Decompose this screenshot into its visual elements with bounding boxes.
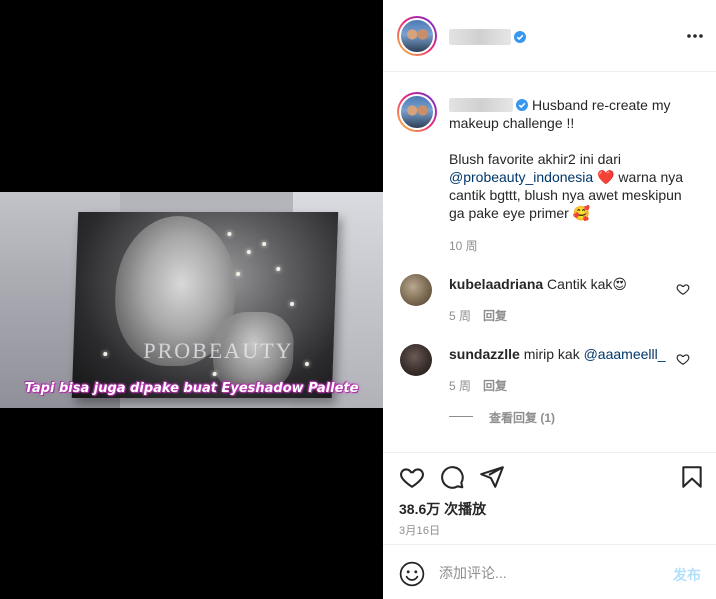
view-replies-divider <box>449 416 473 417</box>
caption-author-avatar[interactable] <box>397 92 437 132</box>
sparkle <box>236 272 241 276</box>
share-icon[interactable] <box>479 464 505 490</box>
reply-button[interactable]: 回复 <box>483 377 507 394</box>
comment-body: Cantik kak😍 <box>547 276 627 292</box>
action-bar: 38.6万 次播放 3月16日 <box>383 452 716 544</box>
like-comment-heart-icon[interactable] <box>676 352 690 366</box>
sparkle <box>246 250 251 254</box>
comment-username[interactable]: kubelaadriana <box>449 276 543 292</box>
view-count[interactable]: 38.6万 次播放 <box>399 499 486 519</box>
comment-text: kubelaadriana Cantik kak😍 <box>449 275 627 293</box>
comment-input[interactable] <box>439 559 659 587</box>
comment-username[interactable]: sundazzlle <box>449 346 520 362</box>
sparkle <box>289 302 295 306</box>
post-comment-button[interactable]: 发布 <box>673 565 701 585</box>
sparkle <box>304 362 310 366</box>
mention-link[interactable]: @probeauty_indonesia <box>449 169 593 185</box>
like-comment-heart-icon[interactable] <box>676 282 690 296</box>
video-frame[interactable]: PROBEAUTY Tapi bisa juga dipake buat Eye… <box>0 192 383 408</box>
view-replies-button[interactable]: 查看回复 (1) <box>489 409 555 426</box>
comment-icon[interactable] <box>439 464 465 490</box>
author-avatar-image <box>399 18 435 54</box>
comments-area[interactable]: Husband re-create my makeup challenge !!… <box>383 73 716 451</box>
caption-author-avatar-image <box>399 94 435 130</box>
author-username-redacted[interactable] <box>449 29 511 45</box>
comment-timestamp[interactable]: 5 周 <box>449 307 471 324</box>
sparkle <box>262 242 267 246</box>
brand-watermark: PROBEAUTY <box>142 338 294 363</box>
video-caption: Tapi bisa juga dipake buat Eyeshadow Pal… <box>24 381 359 396</box>
post-header <box>383 0 716 72</box>
comment-avatar[interactable] <box>400 344 432 376</box>
comment-avatar[interactable] <box>400 274 432 306</box>
post-media[interactable]: PROBEAUTY Tapi bisa juga dipake buat Eye… <box>0 0 383 599</box>
more-horizontal-icon[interactable] <box>685 28 705 44</box>
add-comment-bar: 发布 <box>383 544 716 599</box>
sparkle <box>276 267 281 271</box>
bookmark-icon[interactable] <box>679 464 705 490</box>
comment-timestamp[interactable]: 5 周 <box>449 377 471 394</box>
heart-icon[interactable] <box>399 464 425 490</box>
post-date[interactable]: 3月16日 <box>399 522 440 538</box>
emoji-icon[interactable] <box>399 561 425 587</box>
post-timestamp[interactable]: 10 周 <box>449 237 478 254</box>
reply-button[interactable]: 回复 <box>483 307 507 324</box>
post-caption-intro: Blush favorite akhir2 ini dari <box>449 151 621 167</box>
post-caption-line1: Husband re-create my makeup challenge !! <box>449 97 675 131</box>
post-details-panel: Husband re-create my makeup challenge !!… <box>383 0 716 599</box>
sparkle <box>103 352 108 356</box>
palette-box-image: PROBEAUTY <box>71 212 339 398</box>
comment-text: sundazzlle mirip kak @aaameelll_ <box>449 345 666 363</box>
comment-body: mirip kak <box>523 346 584 362</box>
mention-link[interactable]: @aaameelll_ <box>584 346 666 362</box>
author-avatar[interactable] <box>397 16 437 56</box>
sparkle <box>227 232 232 236</box>
post-caption-body: Blush favorite akhir2 ini dari @probeaut… <box>449 150 699 222</box>
verified-badge-icon <box>514 31 526 43</box>
